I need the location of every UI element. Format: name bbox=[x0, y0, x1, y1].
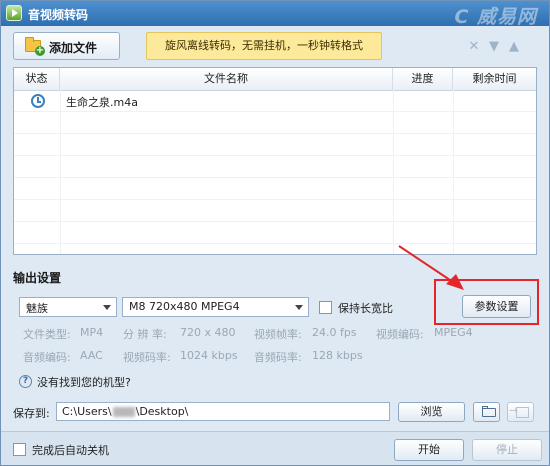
info-resolution-value: 720 x 480 bbox=[180, 326, 236, 339]
close-icon[interactable]: ✕ bbox=[467, 40, 481, 54]
footer-bar: 完成后自动关机 开始 停止 bbox=[1, 432, 549, 465]
save-path-suffix: \Desktop\ bbox=[135, 405, 189, 418]
add-file-label: 添加文件 bbox=[49, 41, 98, 55]
model-not-found-link[interactable]: 没有找到您的机型? bbox=[37, 374, 131, 390]
file-name: 生命之泉.m4a bbox=[66, 96, 138, 109]
help-icon: ? bbox=[19, 375, 32, 388]
info-video-codec-value: MPEG4 bbox=[434, 326, 473, 339]
auto-shutdown-checkbox[interactable] bbox=[13, 443, 26, 456]
info-resolution-label: 分 辨 率: bbox=[123, 328, 167, 341]
info-file-type-value: MP4 bbox=[80, 326, 104, 339]
add-file-button[interactable]: 添加文件 bbox=[13, 32, 120, 60]
folder-open-icon bbox=[482, 406, 496, 417]
offline-transcode-promo[interactable]: 旋风离线转码，无需挂机，一秒钟转格式 bbox=[146, 32, 382, 60]
keep-aspect-checkbox[interactable] bbox=[319, 301, 332, 314]
save-path-input[interactable]: C:\Users\ \Desktop\ bbox=[56, 402, 390, 421]
table-row-empty bbox=[14, 156, 536, 178]
info-audio-bitrate-label: 音频码率: bbox=[254, 351, 302, 364]
table-header: 状态 文件名称 进度 剩余时间 bbox=[14, 68, 536, 91]
open-folder-button[interactable] bbox=[473, 402, 500, 422]
output-settings-title: 输出设置 bbox=[13, 271, 62, 285]
annotation-highlight-box bbox=[434, 279, 539, 325]
info-video-codec-label: 视频编码: bbox=[376, 328, 424, 341]
clock-icon bbox=[31, 94, 45, 108]
stop-button[interactable]: 停止 bbox=[472, 439, 542, 461]
transcode-window: 音视频转码 C 威易网 添加文件 旋风离线转码，无需挂机，一秒钟转格式 ✕ ▼ … bbox=[0, 0, 550, 466]
start-button[interactable]: 开始 bbox=[394, 439, 464, 461]
keep-aspect-label: 保持长宽比 bbox=[338, 302, 393, 315]
title-bar[interactable]: 音视频转码 C 威易网 bbox=[1, 1, 549, 28]
info-file-type-label: 文件类型: bbox=[23, 328, 71, 341]
chevron-down-icon bbox=[103, 305, 111, 310]
info-video-bitrate-value: 1024 kbps bbox=[180, 349, 238, 362]
save-to-label: 保存到: bbox=[13, 407, 50, 420]
file-list-table: 状态 文件名称 进度 剩余时间 生命之泉.m4a bbox=[13, 67, 537, 255]
window-title: 音视频转码 bbox=[28, 8, 89, 22]
header-remaining[interactable]: 剩余时间 bbox=[453, 68, 536, 90]
save-path-prefix: C:\Users\ bbox=[62, 405, 112, 418]
brand-select-value: 魅族 bbox=[26, 302, 48, 315]
move-up-icon[interactable]: ▲ bbox=[507, 40, 521, 54]
table-row[interactable]: 生命之泉.m4a bbox=[14, 90, 536, 112]
app-logo-icon bbox=[6, 5, 22, 21]
toolbar: 添加文件 旋风离线转码，无需挂机，一秒钟转格式 ✕ ▼ ▲ bbox=[1, 26, 549, 68]
info-audio-codec-label: 音频编码: bbox=[23, 351, 71, 364]
chevron-down-icon bbox=[295, 305, 303, 310]
model-select-value: M8 720x480 MPEG4 bbox=[129, 300, 240, 313]
table-row-empty bbox=[14, 134, 536, 156]
info-video-bitrate-label: 视频码率: bbox=[123, 351, 171, 364]
info-video-fps-label: 视频帧率: bbox=[254, 328, 302, 341]
export-icon bbox=[509, 404, 529, 418]
info-video-fps-value: 24.0 fps bbox=[312, 326, 357, 339]
add-folder-icon bbox=[25, 37, 45, 56]
header-status[interactable]: 状态 bbox=[14, 68, 60, 90]
info-audio-bitrate-value: 128 kbps bbox=[312, 349, 363, 362]
table-row-empty bbox=[14, 112, 536, 134]
table-row-empty bbox=[14, 178, 536, 200]
header-progress[interactable]: 进度 bbox=[393, 68, 453, 90]
auto-shutdown-label: 完成后自动关机 bbox=[32, 444, 109, 457]
redacted-username bbox=[112, 407, 135, 417]
info-audio-codec-value: AAC bbox=[80, 349, 103, 362]
browse-button[interactable]: 浏览 bbox=[398, 402, 465, 422]
header-filename[interactable]: 文件名称 bbox=[60, 68, 393, 90]
move-down-icon[interactable]: ▼ bbox=[487, 40, 501, 54]
table-row-empty bbox=[14, 200, 536, 222]
watermark-logo: C 威易网 bbox=[454, 6, 537, 28]
export-button[interactable] bbox=[507, 402, 534, 422]
brand-select[interactable]: 魅族 bbox=[19, 297, 117, 317]
model-select[interactable]: M8 720x480 MPEG4 bbox=[122, 297, 309, 317]
